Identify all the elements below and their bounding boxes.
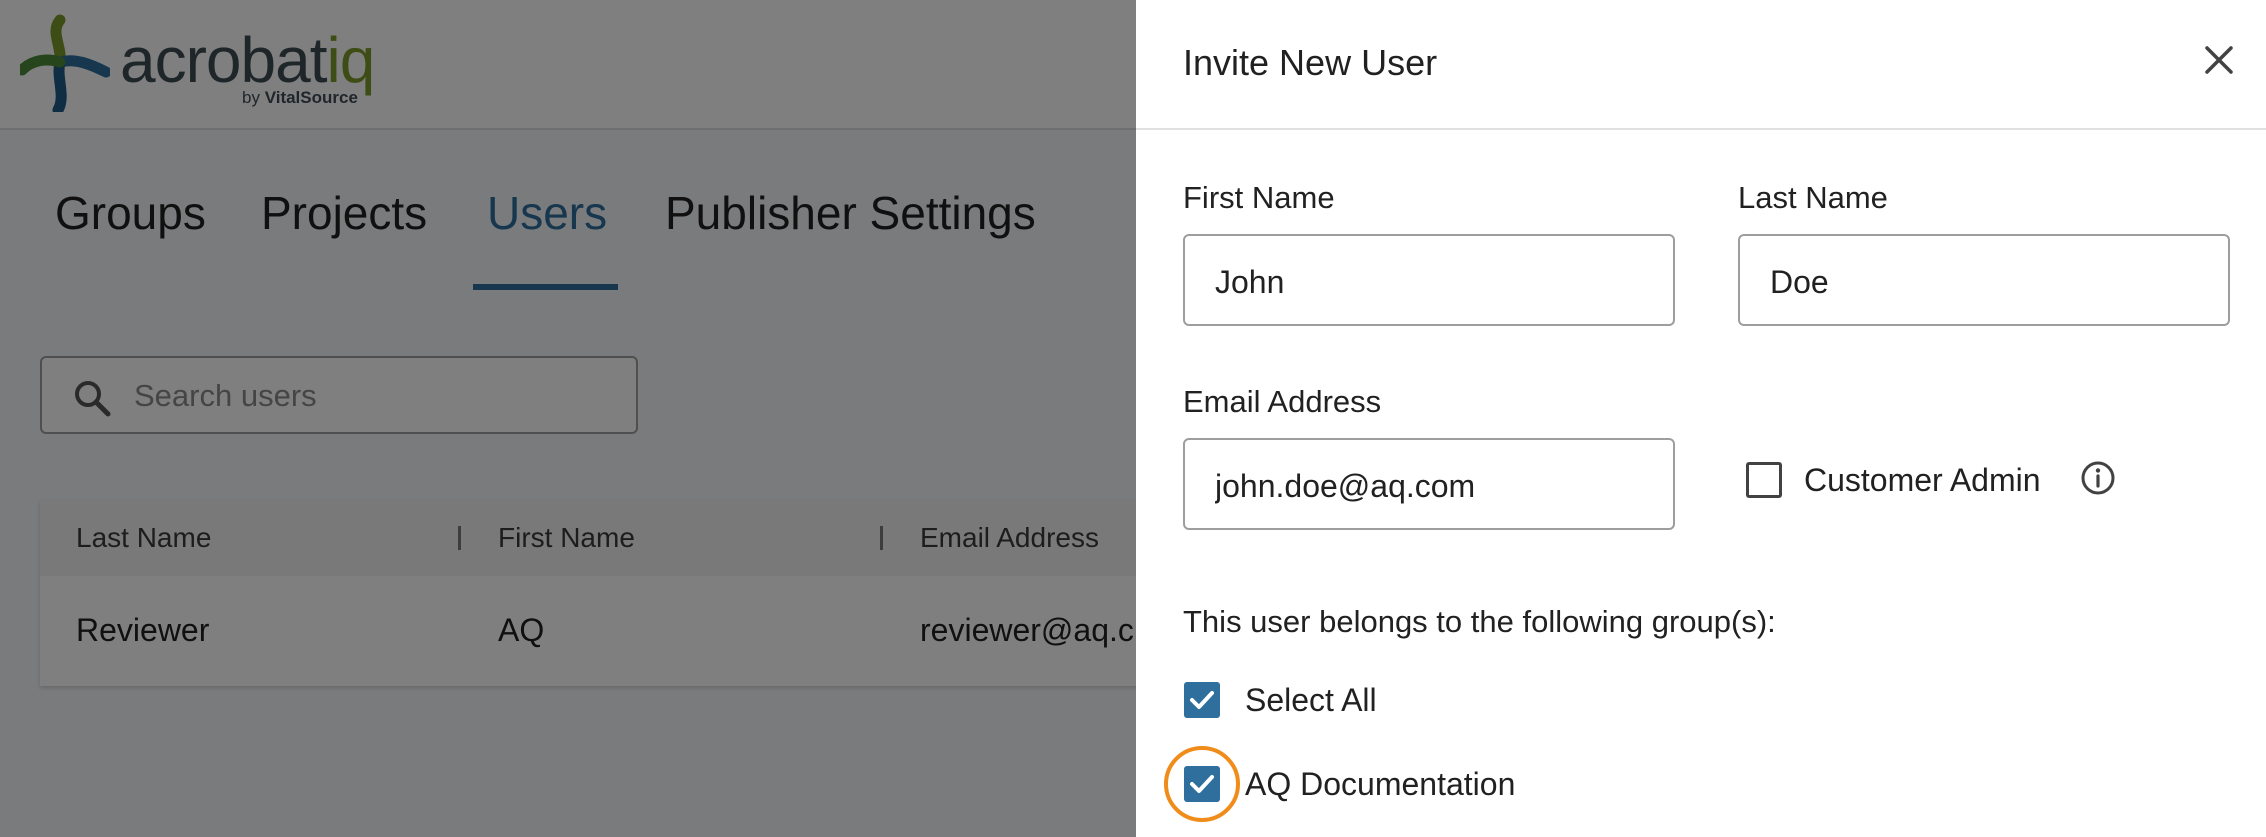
group-label-aq-documentation[interactable]: AQ Documentation (1245, 766, 1515, 803)
info-icon[interactable] (2080, 460, 2116, 496)
group-checkbox-aq-documentation[interactable] (1184, 766, 1220, 802)
drawer-header: Invite New User (1136, 0, 2266, 130)
groups-heading: This user belongs to the following group… (1183, 604, 1776, 639)
last-name-input[interactable] (1768, 258, 2202, 306)
close-icon[interactable] (2199, 40, 2239, 80)
select-all-label[interactable]: Select All (1245, 682, 1377, 719)
customer-admin-label[interactable]: Customer Admin (1804, 462, 2041, 499)
first-name-label: First Name (1183, 180, 1335, 215)
checkmark-icon (1190, 691, 1214, 709)
customer-admin-checkbox[interactable] (1746, 462, 1782, 498)
last-name-field[interactable] (1738, 234, 2230, 326)
last-name-label: Last Name (1738, 180, 1888, 215)
checkmark-icon (1190, 775, 1214, 793)
email-input[interactable] (1213, 462, 1647, 510)
drawer-title: Invite New User (1183, 42, 1438, 83)
select-all-checkbox[interactable] (1184, 682, 1220, 718)
first-name-input[interactable] (1213, 258, 1647, 306)
invite-user-drawer: Invite New User First Name Last Name Ema… (1136, 0, 2266, 837)
first-name-field[interactable] (1183, 234, 1675, 326)
email-field[interactable] (1183, 438, 1675, 530)
email-label: Email Address (1183, 384, 1382, 419)
